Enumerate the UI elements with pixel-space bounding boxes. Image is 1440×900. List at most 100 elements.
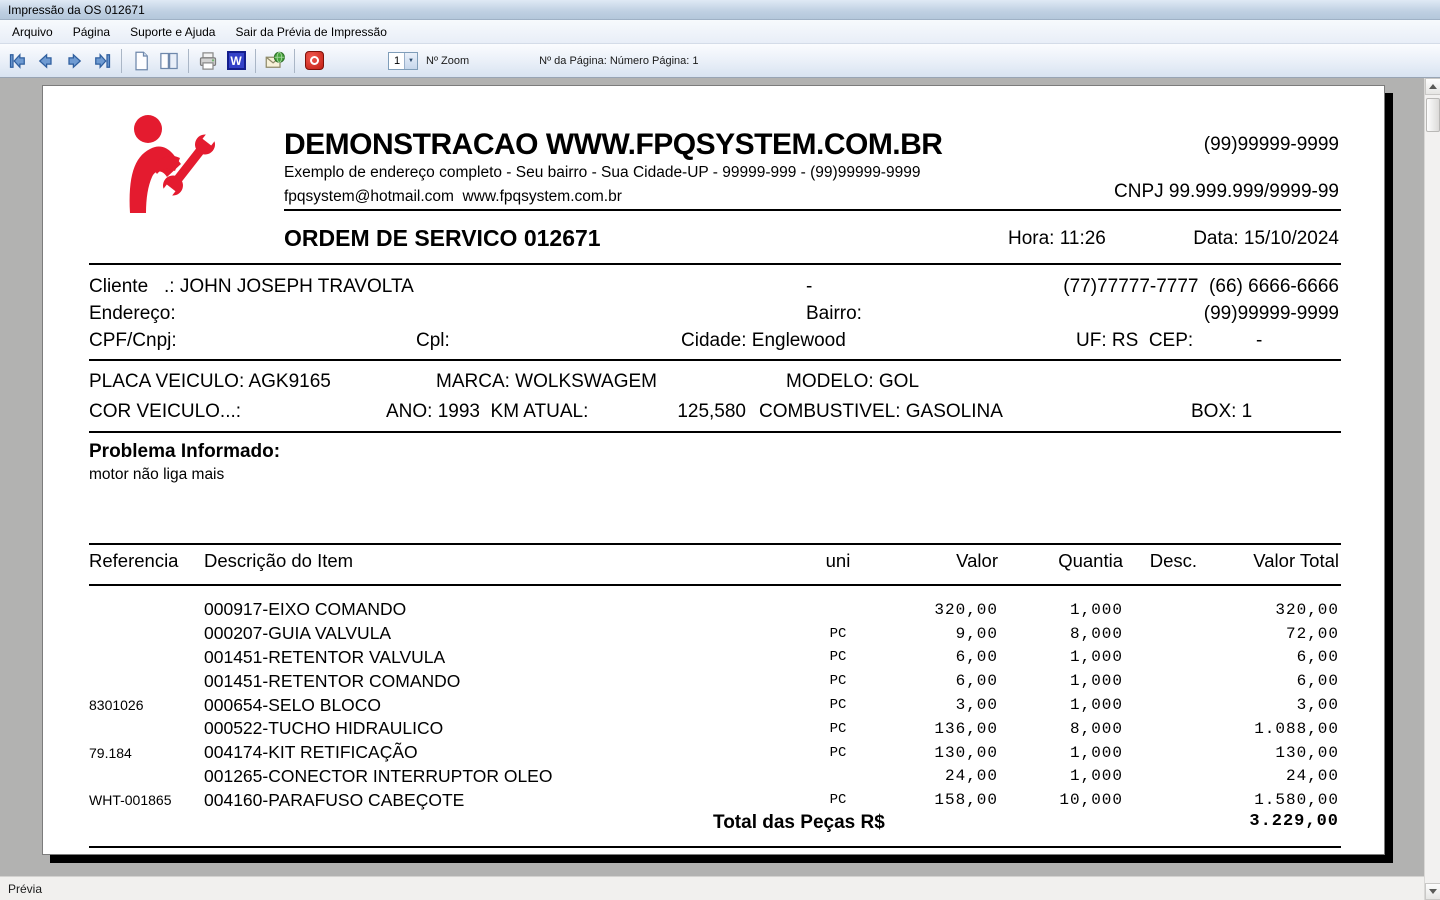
cell-valor: 158,00 xyxy=(934,791,998,810)
toolbar-separator xyxy=(121,48,122,73)
cell-valor-total: 3,00 xyxy=(1296,696,1339,715)
cell-valor-total: 6,00 xyxy=(1296,648,1339,667)
send-email-button[interactable] xyxy=(261,48,289,74)
app-window: Impressão da OS 012671 Arquivo Página Su… xyxy=(0,0,1440,900)
cell-referencia: 79.184 xyxy=(89,744,132,761)
stop-icon xyxy=(304,51,324,70)
divider xyxy=(89,584,1341,586)
toolbar-separator xyxy=(188,48,189,73)
menu-pagina[interactable]: Página xyxy=(63,22,120,42)
zoom-select[interactable]: 1 ▼ xyxy=(388,51,418,70)
cell-descricao: 001451-RETENTOR VALVULA xyxy=(204,646,446,667)
cell-valor-total: 1.088,00 xyxy=(1254,719,1339,738)
vehicle-km-value: 125,580 xyxy=(677,401,746,422)
cell-descricao: 004174-KIT RETIFICAÇÃO xyxy=(204,742,418,763)
cell-uni: PC xyxy=(829,673,847,690)
cell-descricao: 000522-TUCHO HIDRAULICO xyxy=(204,718,444,739)
two-page-view-button[interactable] xyxy=(155,48,183,74)
cell-valor: 24,00 xyxy=(944,767,998,786)
scrollbar-thumb[interactable] xyxy=(1426,98,1440,132)
cell-descricao: 000654-SELO BLOCO xyxy=(204,694,382,715)
cell-quantia: 1,000 xyxy=(1069,600,1123,619)
header-quantia: Quantia xyxy=(1058,550,1123,571)
client-phone2: (99)99999-9999 xyxy=(1203,303,1339,324)
vehicle-modelo: MODELO: GOL xyxy=(786,371,920,392)
cell-valor: 130,00 xyxy=(934,743,998,762)
first-page-button[interactable] xyxy=(4,48,32,74)
divider xyxy=(89,431,1341,433)
items-table-body: 000917-EIXO COMANDO 320,00 1,000 320,00 … xyxy=(89,598,1339,812)
cell-uni: PC xyxy=(829,649,847,666)
problem-label: Problema Informado: xyxy=(89,441,281,462)
divider xyxy=(89,543,1341,545)
cell-uni: PC xyxy=(829,792,847,809)
page-info-label: Nº da Página: Número Página: 1 xyxy=(539,54,699,67)
header-referencia: Referencia xyxy=(89,550,179,571)
previous-page-button[interactable] xyxy=(32,48,60,74)
table-row: 001265-CONECTOR INTERRUPTOR OLEO 24,00 1… xyxy=(89,765,1339,789)
export-word-button[interactable]: W xyxy=(222,48,250,74)
title-bar: Impressão da OS 012671 xyxy=(0,0,1440,20)
table-row: 000917-EIXO COMANDO 320,00 1,000 320,00 xyxy=(89,598,1339,622)
divider xyxy=(89,263,1341,265)
last-page-button[interactable] xyxy=(88,48,116,74)
cell-uni: PC xyxy=(829,744,847,761)
menu-sair-previa[interactable]: Sair da Prévia de Impressão xyxy=(225,22,396,42)
cell-valor-total: 6,00 xyxy=(1296,672,1339,691)
toolbar: W 1 ▼ Nº Zoom Nº da Página: Número Págin… xyxy=(0,44,1440,78)
problem-text: motor não liga mais xyxy=(89,466,225,483)
vertical-scrollbar[interactable] xyxy=(1424,78,1440,900)
order-title: ORDEM DE SERVICO 012671 xyxy=(284,225,601,251)
close-preview-button[interactable] xyxy=(300,48,328,74)
table-row: 001451-RETENTOR COMANDO PC 6,00 1,000 6,… xyxy=(89,669,1339,693)
cell-descricao: 000917-EIXO COMANDO xyxy=(204,599,407,620)
mechanic-logo xyxy=(129,115,218,213)
zoom-value: 1 xyxy=(394,54,401,67)
toolbar-separator xyxy=(294,48,295,73)
cell-valor-total: 320,00 xyxy=(1275,600,1339,619)
word-icon: W xyxy=(226,51,246,70)
company-phone: (99)99999-9999 xyxy=(1203,134,1339,155)
client-uf-cep-label: UF: RS CEP: xyxy=(1076,330,1194,351)
table-row: 8301026 000654-SELO BLOCO PC 3,00 1,000 … xyxy=(89,693,1339,717)
vehicle-combustivel: COMBUSTIVEL: GASOLINA xyxy=(759,401,1003,422)
cell-referencia: WHT-001865 xyxy=(89,792,172,809)
dropdown-arrow-icon[interactable]: ▼ xyxy=(404,52,417,69)
cell-quantia: 8,000 xyxy=(1069,624,1123,643)
client-endereco-label: Endereço: xyxy=(89,303,176,324)
divider xyxy=(89,359,1341,361)
cell-valor-total: 72,00 xyxy=(1285,624,1339,643)
cell-referencia: 8301026 xyxy=(89,697,144,714)
next-page-icon xyxy=(68,52,82,69)
print-button[interactable] xyxy=(194,48,222,74)
cell-valor-total: 1.580,00 xyxy=(1254,791,1339,810)
single-page-icon xyxy=(135,51,148,70)
window-title: Impressão da OS 012671 xyxy=(8,2,145,17)
menu-arquivo[interactable]: Arquivo xyxy=(2,22,63,42)
client-cpl-label: Cpl: xyxy=(416,330,450,351)
client-name: Cliente .: JOHN JOSEPH TRAVOLTA xyxy=(89,276,414,297)
company-name: DEMONSTRACAO WWW.FPQSYSTEM.COM.BR xyxy=(284,128,943,161)
first-page-icon xyxy=(9,52,25,69)
previous-page-icon xyxy=(38,52,52,69)
company-address: Exemplo de endereço completo - Seu bairr… xyxy=(284,164,921,181)
header-uni: uni xyxy=(825,550,851,571)
cell-quantia: 1,000 xyxy=(1069,672,1123,691)
table-row: 001451-RETENTOR VALVULA PC 6,00 1,000 6,… xyxy=(89,646,1339,670)
scroll-down-button[interactable] xyxy=(1425,883,1440,900)
header-desconto: Desc. xyxy=(1149,550,1197,571)
header-valor-total: Valor Total xyxy=(1253,550,1339,571)
menu-suporte-ajuda[interactable]: Suporte e Ajuda xyxy=(120,22,225,42)
header-descricao: Descrição do Item xyxy=(204,550,354,571)
table-row: WHT-001865 004160-PARAFUSO CABEÇOTE PC 1… xyxy=(89,788,1339,812)
status-text: Prévia xyxy=(8,881,43,896)
cell-uni: PC xyxy=(829,720,847,737)
down-arrow-icon xyxy=(1429,889,1437,894)
company-contacts: fpqsystem@hotmail.com www.fpqsystem.com.… xyxy=(284,188,622,205)
single-page-view-button[interactable] xyxy=(127,48,155,74)
up-arrow-icon xyxy=(1429,84,1437,89)
scroll-up-button[interactable] xyxy=(1425,78,1440,95)
next-page-button[interactable] xyxy=(60,48,88,74)
vehicle-placa: PLACA VEICULO: AGK9165 xyxy=(89,371,331,392)
order-date: Data: 15/10/2024 xyxy=(1193,228,1339,249)
